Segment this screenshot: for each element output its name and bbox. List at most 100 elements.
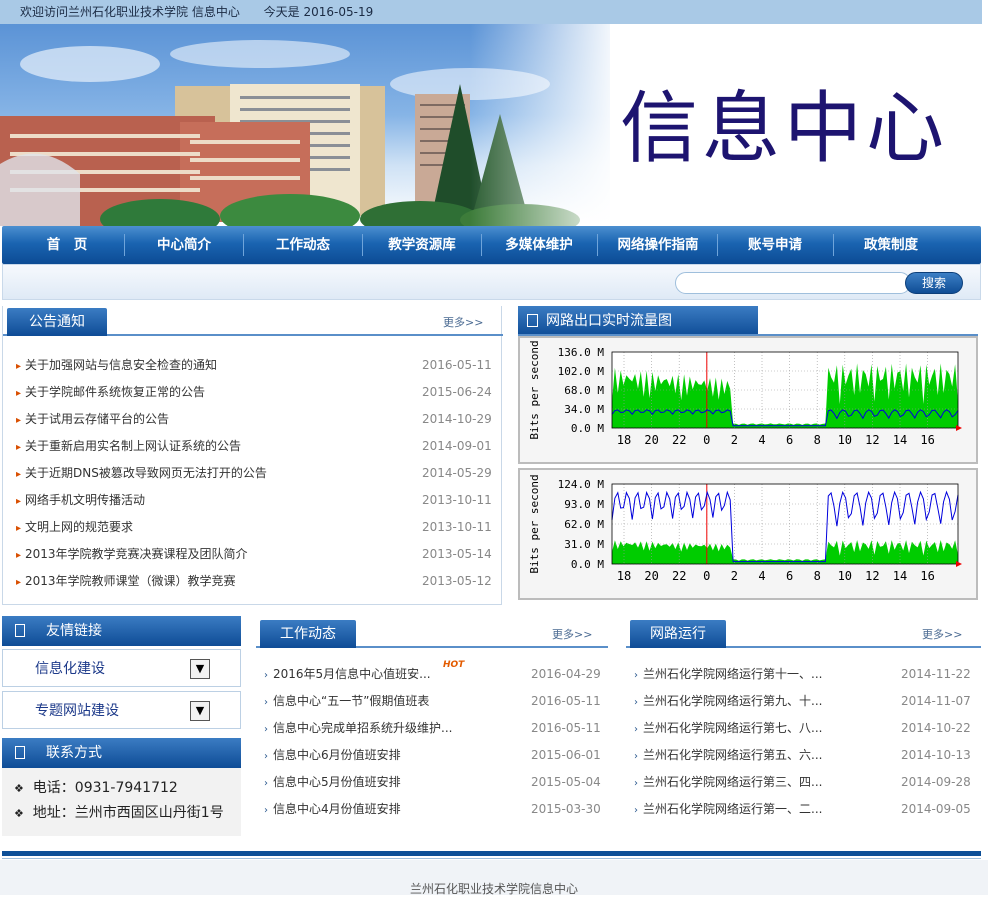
bullet-arrow-icon: ▸ bbox=[16, 577, 22, 588]
x-tick-label: 0 bbox=[703, 569, 710, 583]
y-tick-label: 31.0 M bbox=[564, 538, 604, 551]
list-item[interactable]: › 兰州石化学院网络运行第十一、... 2014-11-22 bbox=[634, 665, 981, 683]
nav-work[interactable]: 工作动态 bbox=[245, 226, 361, 264]
list-item[interactable]: › 信息中心完成单招系统升级维护... 2016-05-11 bbox=[264, 719, 611, 737]
list-item-title[interactable]: 兰州石化学院网络运行第一、二... bbox=[643, 802, 822, 816]
x-tick-label: 2 bbox=[731, 433, 738, 447]
list-item-date: 2014-10-13 bbox=[901, 748, 971, 762]
x-tick-label: 4 bbox=[758, 433, 765, 447]
list-item-title[interactable]: 关于学院邮件系统恢复正常的公告 bbox=[25, 385, 205, 399]
bullet-arrow-icon: › bbox=[264, 751, 268, 762]
list-item[interactable]: › 信息中心5月份值班安排 2015-05-04 bbox=[264, 773, 611, 791]
list-item[interactable]: › 兰州石化学院网络运行第九、十... 2014-11-07 bbox=[634, 692, 981, 710]
main-nav: 首 页 中心简介 工作动态 教学资源库 多媒体维护 网络操作指南 账号申请 政策… bbox=[2, 226, 981, 264]
work-more-link[interactable]: 更多>> bbox=[552, 626, 592, 642]
x-tick-label: 14 bbox=[893, 433, 907, 447]
list-item-title[interactable]: 信息中心“五一节”假期值班表 bbox=[273, 694, 429, 708]
x-tick-label: 10 bbox=[838, 433, 852, 447]
notice-more-link[interactable]: 更多>> bbox=[443, 314, 483, 330]
list-item[interactable]: ▸ 关于近期DNS被篡改导致网页无法打开的公告 2014-05-29 bbox=[16, 464, 502, 482]
list-item[interactable]: ▸ 文明上网的规范要求 2013-10-11 bbox=[16, 518, 502, 536]
list-item[interactable]: › 信息中心4月份值班安排 2015-03-30 bbox=[264, 800, 611, 818]
chevron-down-icon[interactable]: ▼ bbox=[190, 659, 210, 679]
network-header: 网路运行 更多>> bbox=[626, 618, 981, 648]
list-item-title[interactable]: 兰州石化学院网络运行第五、六... bbox=[643, 748, 822, 762]
nav-multimedia[interactable]: 多媒体维护 bbox=[483, 226, 595, 264]
list-item[interactable]: › 兰州石化学院网络运行第三、四... 2014-09-28 bbox=[634, 773, 981, 791]
list-item[interactable]: ▸ 关于重新启用实名制上网认证系统的公告 2014-09-01 bbox=[16, 437, 502, 455]
list-item-title[interactable]: 2013年学院教师课堂（微课）教学竞赛 bbox=[25, 574, 236, 588]
bullet-arrow-icon: › bbox=[264, 724, 268, 735]
search-input[interactable] bbox=[675, 272, 911, 294]
work-tab[interactable]: 工作动态 bbox=[260, 620, 356, 648]
list-item-date: 2013-05-14 bbox=[422, 547, 492, 561]
nav-home[interactable]: 首 页 bbox=[12, 226, 122, 264]
date-text: 今天是 2016-05-19 bbox=[263, 5, 374, 19]
traffic-graph-2: 18 20 22 0 2 4 6 8 10 12 14 16 124.0 M 93.0 M 62.0 M 31… bbox=[518, 468, 978, 600]
bullet-arrow-icon: › bbox=[634, 724, 638, 735]
list-item[interactable]: › 信息中心6月份值班安排 2015-06-01 bbox=[264, 746, 611, 764]
footer-text: 兰州石化职业技术学院信息中心 bbox=[409, 882, 578, 896]
list-item[interactable]: › 2016年5月信息中心值班安... 2016-04-29 bbox=[264, 665, 611, 683]
list-item[interactable]: › 兰州石化学院网络运行第一、二... 2014-09-05 bbox=[634, 800, 981, 818]
list-item-title[interactable]: 关于试用云存储平台的公告 bbox=[25, 412, 169, 426]
list-item[interactable]: ▸ 关于学院邮件系统恢复正常的公告 2015-06-24 bbox=[16, 383, 502, 401]
list-item-date: 2014-11-22 bbox=[901, 667, 971, 681]
list-item-date: 2014-05-29 bbox=[422, 466, 492, 480]
contact-header: 联系方式 bbox=[2, 738, 241, 768]
list-item-title[interactable]: 关于重新启用实名制上网认证系统的公告 bbox=[25, 439, 241, 453]
list-item-title[interactable]: 文明上网的规范要求 bbox=[25, 520, 133, 534]
y-tick-label: 34.0 M bbox=[564, 403, 604, 416]
list-item[interactable]: ▸ 关于试用云存储平台的公告 2014-10-29 bbox=[16, 410, 502, 428]
network-more-link[interactable]: 更多>> bbox=[922, 626, 962, 642]
nav-resources[interactable]: 教学资源库 bbox=[364, 226, 480, 264]
link-select-informatization[interactable]: 信息化建设 ▼ bbox=[2, 649, 241, 687]
nav-about[interactable]: 中心简介 bbox=[126, 226, 242, 264]
list-item[interactable]: › 兰州石化学院网络运行第五、六... 2014-10-13 bbox=[634, 746, 981, 764]
nav-network-guide[interactable]: 网络操作指南 bbox=[599, 226, 717, 264]
nav-account[interactable]: 账号申请 bbox=[719, 226, 831, 264]
list-item-title[interactable]: 兰州石化学院网络运行第九、十... bbox=[643, 694, 822, 708]
list-item-title[interactable]: 信息中心完成单招系统升级维护... bbox=[273, 721, 452, 735]
list-item[interactable]: › 信息中心“五一节”假期值班表 2016-05-11 bbox=[264, 692, 611, 710]
list-item-title[interactable]: 信息中心6月份值班安排 bbox=[273, 748, 401, 762]
list-item-title[interactable]: 2013年学院教学竞赛决赛课程及团队简介 bbox=[25, 547, 248, 561]
y-tick-label: 0.0 M bbox=[571, 422, 604, 435]
list-item-title[interactable]: 兰州石化学院网络运行第十一、... bbox=[643, 667, 822, 681]
nav-policy[interactable]: 政策制度 bbox=[835, 226, 947, 264]
list-item-title[interactable]: 兰州石化学院网络运行第七、八... bbox=[643, 721, 822, 735]
list-item[interactable]: ▸ 网络手机文明传播活动 2013-10-11 bbox=[16, 491, 502, 509]
list-item-title[interactable]: 网络手机文明传播活动 bbox=[25, 493, 145, 507]
list-item-title[interactable]: 2016年5月信息中心值班安... bbox=[273, 667, 431, 681]
list-item-title[interactable]: 信息中心4月份值班安排 bbox=[273, 802, 401, 816]
list-item-title[interactable]: 兰州石化学院网络运行第三、四... bbox=[643, 775, 822, 789]
list-item-date: 2013-10-11 bbox=[422, 520, 492, 534]
chevron-down-icon[interactable]: ▼ bbox=[190, 701, 210, 721]
search-button[interactable]: 搜索 bbox=[905, 272, 963, 294]
x-tick-label: 18 bbox=[617, 569, 631, 583]
bullet-arrow-icon: ▸ bbox=[16, 550, 22, 561]
welcome-text: 欢迎访问兰州石化职业技术学院 信息中心 bbox=[20, 5, 240, 19]
top-bar: 欢迎访问兰州石化职业技术学院 信息中心 今天是 2016-05-19 bbox=[0, 0, 982, 24]
traffic-title: 网路出口实时流量图 bbox=[546, 313, 672, 329]
list-item-title[interactable]: 信息中心5月份值班安排 bbox=[273, 775, 401, 789]
link-select-special-sites[interactable]: 专题网站建设 ▼ bbox=[2, 691, 241, 729]
x-tick-label: 6 bbox=[786, 569, 793, 583]
list-item[interactable]: ▸ 2013年学院教学竞赛决赛课程及团队简介 2013-05-14 bbox=[16, 545, 502, 563]
list-item-date: 2014-09-05 bbox=[901, 802, 971, 816]
x-tick-label: 8 bbox=[814, 433, 821, 447]
list-item-title[interactable]: 关于近期DNS被篡改导致网页无法打开的公告 bbox=[25, 466, 267, 480]
list-item[interactable]: ▸ 关于加强网站与信息安全检查的通知 2016-05-11 bbox=[16, 356, 502, 374]
list-item[interactable]: › 兰州石化学院网络运行第七、八... 2014-10-22 bbox=[634, 719, 981, 737]
search-bar: 搜索 bbox=[2, 264, 981, 300]
list-item-date: 2015-05-04 bbox=[531, 775, 601, 789]
list-item[interactable]: ▸ 2013年学院教师课堂（微课）教学竞赛 2013-05-12 bbox=[16, 572, 502, 590]
notice-tab[interactable]: 公告通知 bbox=[7, 308, 107, 336]
network-tab[interactable]: 网路运行 bbox=[630, 620, 726, 648]
banner: 信息中心 bbox=[0, 24, 982, 226]
y-tick-label: 136.0 M bbox=[558, 346, 605, 359]
x-tick-label: 10 bbox=[838, 569, 852, 583]
y-tick-label: 62.0 M bbox=[564, 518, 604, 531]
bullet-arrow-icon: ▸ bbox=[16, 415, 22, 426]
list-item-title[interactable]: 关于加强网站与信息安全检查的通知 bbox=[25, 358, 217, 372]
